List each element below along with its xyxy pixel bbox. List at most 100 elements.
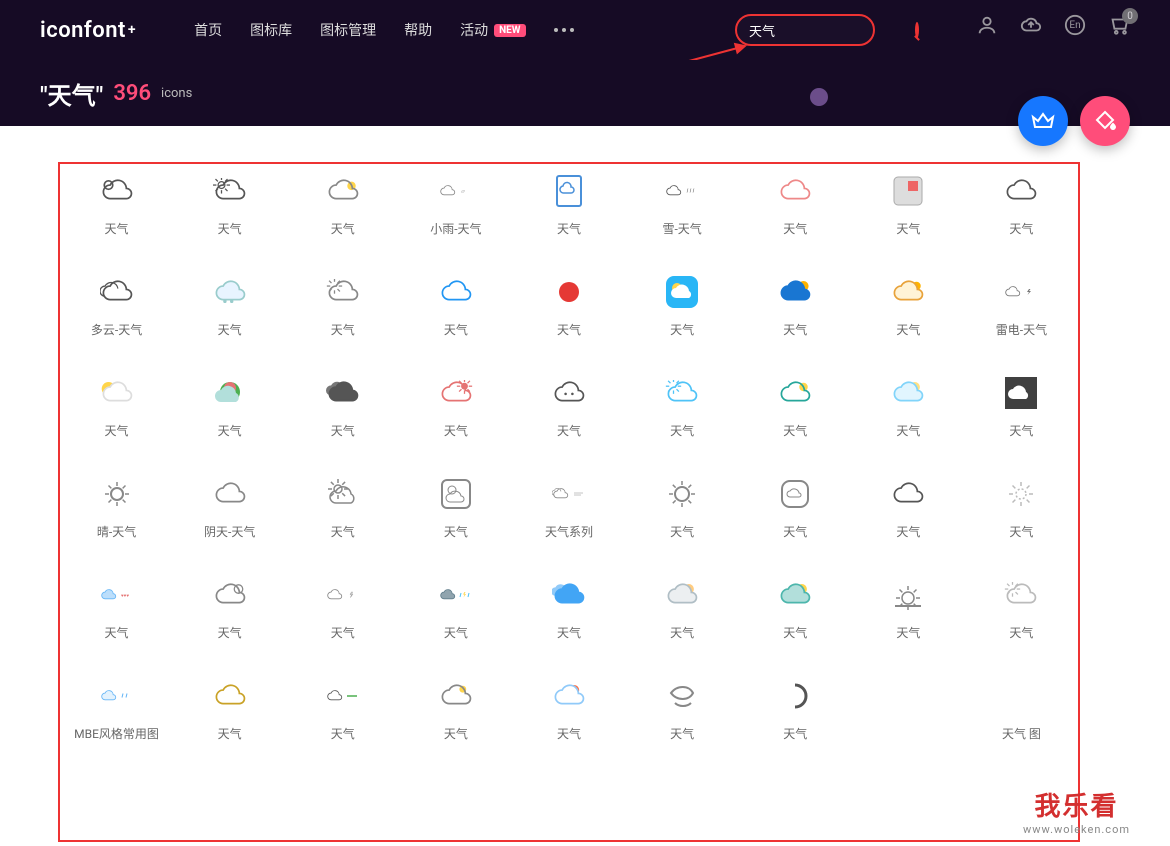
user-icon[interactable]: [976, 14, 998, 36]
icon-cell-blank2[interactable]: 天气 图: [965, 679, 1078, 742]
nav-manage[interactable]: 图标管理: [320, 20, 376, 40]
sun-outline-icon: [100, 477, 134, 511]
search-box[interactable]: [735, 14, 875, 46]
floating-actions: [1018, 96, 1130, 146]
icon-cell-sunrise-outline[interactable]: 天气: [852, 578, 965, 641]
icon-cell-cloud-green-underline[interactable]: 天气: [286, 679, 399, 742]
icon-cell-clouds-dark-solid[interactable]: 天气: [286, 376, 399, 439]
icon-cell-cloud-sun-outline[interactable]: 天气: [60, 174, 173, 237]
crown-button[interactable]: [1018, 96, 1068, 146]
icon-label: 天气: [896, 624, 920, 641]
icon-cell-sun-cloud-light[interactable]: 天气: [965, 578, 1078, 641]
icon-label: 天气: [896, 321, 920, 338]
icon-cell-partly-sunny-outline[interactable]: 天气: [286, 174, 399, 237]
nav-more-icon[interactable]: [554, 28, 574, 32]
icon-cell-weather-document[interactable]: 天气: [512, 174, 625, 237]
icon-cell-weather-card-outline[interactable]: 天气: [399, 477, 512, 540]
icon-cell-weather-app-icon[interactable]: 天气: [626, 275, 739, 338]
rain-cloud-outline-icon: [665, 174, 699, 208]
icon-cell-wind-clouds-outline[interactable]: 天气系列: [512, 477, 625, 540]
icon-cell-sunset-cloud-color[interactable]: 天气: [512, 679, 625, 742]
icon-cell-sun-cloud-tiny[interactable]: 天气: [399, 679, 512, 742]
nav-activity[interactable]: 活动 NEW: [460, 20, 525, 40]
clouds-blue-solid-icon: [552, 578, 586, 612]
icon-cell-rainbow-cloud[interactable]: 天气: [173, 376, 286, 439]
weather-card-outline-icon: [439, 477, 473, 511]
icon-cell-thunder-cloud[interactable]: 雷电-天气: [965, 275, 1078, 338]
icon-cell-sun-red-solid[interactable]: 天气: [512, 275, 625, 338]
rainbow-cloud-icon: [213, 376, 247, 410]
icon-cell-storm-color[interactable]: 天气: [399, 578, 512, 641]
results-box: 天气天气天气///小雨-天气天气雪-天气天气天气天气多云-天气天气天气天气天气天…: [58, 162, 1080, 842]
icon-cell-half-loader[interactable]: 天气: [739, 679, 852, 742]
icon-cell-rain-cloud-outline[interactable]: 雪-天气: [626, 174, 739, 237]
icon-cell-cloud-simple-outline[interactable]: 阴天-天气: [173, 477, 286, 540]
language-label: En: [1069, 20, 1080, 31]
icon-label: 天气: [331, 523, 355, 540]
icon-label: 多云-天气: [91, 321, 142, 338]
icon-cell-moon-cloud-color[interactable]: 天气: [852, 376, 965, 439]
icon-cell-weather-app-square[interactable]: 天气: [852, 174, 965, 237]
icon-cell-rain-cloud-blue[interactable]: MBE风格常用图: [60, 679, 173, 742]
icon-label: 天气: [783, 422, 807, 439]
icon-cell-sun-cloud-lightblue[interactable]: 天气: [626, 376, 739, 439]
icon-cell-cloud-face-outline[interactable]: 天气: [512, 376, 625, 439]
icon-cell-sun-behind-cloud[interactable]: 天气: [286, 275, 399, 338]
icon-label: 天气: [896, 422, 920, 439]
cloud-outline-pink-icon: [778, 174, 812, 208]
result-header: "天气" 396 icons: [0, 60, 1170, 126]
bucket-button[interactable]: [1080, 96, 1130, 146]
icon-cell-cloud-yellow-outline[interactable]: 天气: [173, 679, 286, 742]
nav-library[interactable]: 图标库: [250, 20, 292, 40]
icon-cell-sun-cloud-yellow[interactable]: 天气: [60, 376, 173, 439]
icon-cell-sun-cloud-red[interactable]: 天气: [399, 376, 512, 439]
icon-label: 阴天-天气: [204, 523, 255, 540]
icon-cell-lightning-cloud-outline[interactable]: 天气: [286, 578, 399, 641]
search-input[interactable]: [749, 23, 915, 38]
icon-cell-wind-swirl-outline[interactable]: 天气: [626, 679, 739, 742]
nav-home[interactable]: 首页: [194, 20, 222, 40]
lightning-cloud-outline-icon: [326, 578, 360, 612]
icon-label: 天气: [670, 422, 694, 439]
icon-cell-cloud-dark-square[interactable]: 天气: [965, 376, 1078, 439]
icon-cell-sun-cloud-teal-flat[interactable]: 天气: [739, 578, 852, 641]
icon-cell-blank[interactable]: [852, 679, 965, 742]
icon-cell-rain-hearts-color[interactable]: ♥♥♥天气: [60, 578, 173, 641]
icon-cell-sun-behind-cloud-2[interactable]: 天气: [173, 578, 286, 641]
cloud-face-outline-icon: [552, 376, 586, 410]
icon-cell-cloud-outline[interactable]: 天气: [965, 174, 1078, 237]
icon-cell-cloudy-outline[interactable]: 多云-天气: [60, 275, 173, 338]
icon-cell-weather-rounded-square[interactable]: 天气: [739, 477, 852, 540]
wind-clouds-outline-icon: [552, 477, 586, 511]
icon-cell-cloud-blue-solid[interactable]: 天气: [739, 275, 852, 338]
icon-cell-sun-rays-outline[interactable]: 天气: [286, 477, 399, 540]
icon-label: 雪-天气: [662, 220, 701, 237]
cart-icon[interactable]: 0: [1108, 14, 1130, 36]
icon-label: 天气: [1009, 523, 1033, 540]
icon-cell-sun-gear-outline[interactable]: 天气: [626, 477, 739, 540]
icon-cell-cloud-bold-outline[interactable]: 天气: [852, 477, 965, 540]
icon-cell-sun-dotted-outline[interactable]: 天气: [965, 477, 1078, 540]
icon-label: 天气: [783, 321, 807, 338]
icon-cell-clouds-blue-solid[interactable]: 天气: [512, 578, 625, 641]
icon-cell-drizzle-cloud[interactable]: ///小雨-天气: [399, 174, 512, 237]
icon-label: 天气: [331, 422, 355, 439]
blank2-icon: [1004, 679, 1038, 713]
icon-label: 天气: [218, 422, 242, 439]
nav-help[interactable]: 帮助: [404, 20, 432, 40]
icon-label: 雷电-天气: [996, 321, 1047, 338]
icon-cell-sun-cloud-color[interactable]: 天气: [852, 275, 965, 338]
icon-cell-cloud-blue-outline[interactable]: 天气: [399, 275, 512, 338]
search-icon[interactable]: [915, 22, 919, 38]
language-icon[interactable]: En: [1064, 14, 1086, 36]
icon-cell-sun-cloud-outline[interactable]: 天气: [173, 174, 286, 237]
logo[interactable]: iconfont+: [40, 18, 136, 43]
icon-label: 天气: [218, 220, 242, 237]
icon-cell-snow-color[interactable]: 天气: [173, 275, 286, 338]
icon-cell-sun-outline[interactable]: 晴-天气: [60, 477, 173, 540]
icon-cell-cloud-outline-pink[interactable]: 天气: [739, 174, 852, 237]
icon-cell-sun-cloud-flat[interactable]: 天气: [626, 578, 739, 641]
icon-label: 天气: [1009, 624, 1033, 641]
icon-cell-cloud-teal-outline[interactable]: 天气: [739, 376, 852, 439]
upload-cloud-icon[interactable]: [1020, 14, 1042, 36]
